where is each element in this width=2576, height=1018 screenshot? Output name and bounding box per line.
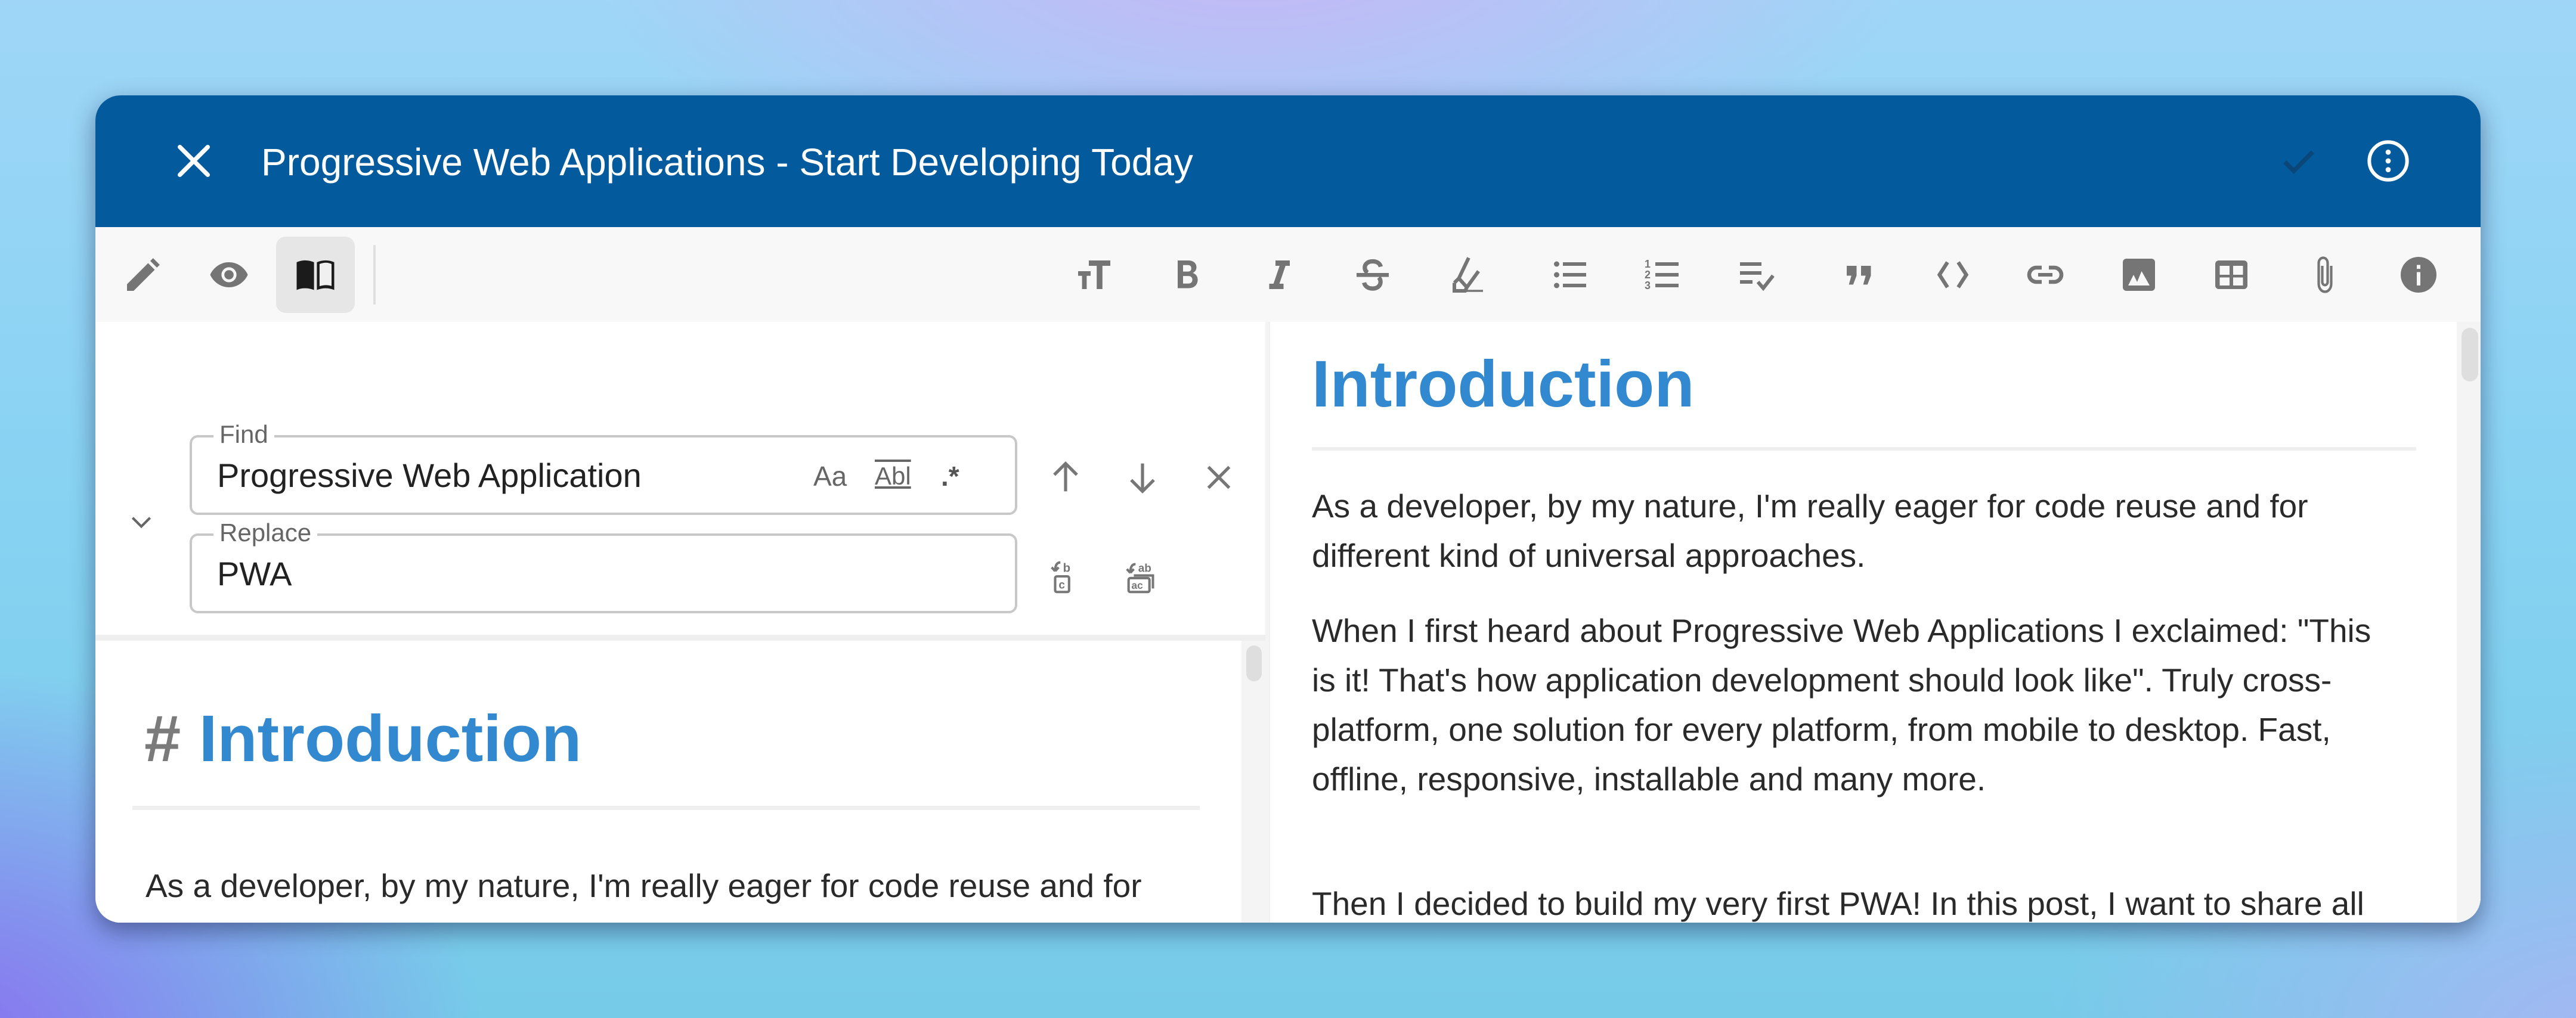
match-case-toggle[interactable]: Aa	[813, 455, 847, 497]
heading-rule	[132, 806, 1200, 810]
quote-icon	[1847, 266, 1871, 285]
code-button[interactable]	[1914, 237, 1992, 313]
edit-mode-button[interactable]	[104, 237, 182, 313]
markdown-editor-window: Progressive Web Applications - Start Dev…	[95, 95, 2481, 923]
heading-text: Introduction	[199, 702, 582, 775]
strikethrough-icon	[1357, 259, 1389, 291]
editor-scrollbar-thumb[interactable]	[1246, 645, 1262, 681]
preview-mode-button[interactable]	[190, 237, 268, 313]
svg-text:c: c	[1058, 579, 1065, 591]
code-icon	[1937, 261, 1969, 288]
numbered-list-icon: 123	[1645, 258, 1679, 291]
more-options-button[interactable]	[2364, 137, 2412, 185]
replace-field: Replace	[190, 518, 1017, 613]
preview-heading-rule	[1312, 447, 2416, 451]
preview-paragraph: Then I decided to build my very first PW…	[1312, 885, 2364, 922]
numbered-list-button[interactable]: 123	[1623, 237, 1702, 313]
markdown-heading: # Introduction	[144, 700, 581, 778]
bold-button[interactable]	[1147, 237, 1226, 313]
italic-button[interactable]	[1240, 237, 1318, 313]
heading-marker: #	[144, 702, 181, 775]
preview-scrollbar-thumb[interactable]	[2462, 328, 2478, 381]
replace-icon: bc	[1051, 561, 1070, 594]
preview-paragraph: As a developer, by my nature, I'm really…	[1312, 488, 2308, 574]
pencil-icon	[127, 258, 160, 291]
image-button[interactable]	[2100, 237, 2178, 313]
replace-input[interactable]	[217, 553, 754, 594]
replace-button[interactable]: bc	[1045, 555, 1086, 597]
app-header: Progressive Web Applications - Start Dev…	[95, 95, 2481, 227]
svg-text:b: b	[1063, 562, 1070, 575]
quote-button[interactable]	[1820, 237, 1899, 313]
eye-icon	[210, 262, 248, 287]
editor-scrollbar[interactable]	[1241, 641, 1265, 923]
replace-all-icon: ab ac	[1126, 563, 1154, 594]
table-icon	[2215, 260, 2247, 289]
checklist-button[interactable]	[1717, 237, 1795, 313]
arrow-down-icon	[1130, 463, 1155, 494]
toggle-replace-button[interactable]	[126, 507, 156, 536]
arrow-up-icon	[1053, 461, 1078, 492]
checklist-icon	[1740, 262, 1775, 291]
link-icon	[2027, 265, 2064, 284]
find-replace-panel: Find Aa Abl .* Replace bc ab ac	[95, 322, 1265, 641]
replace-label: Replace	[213, 518, 318, 548]
strikethrough-button[interactable]	[1333, 237, 1412, 313]
italic-icon	[1269, 260, 1290, 289]
regex-toggle[interactable]: .*	[941, 455, 959, 497]
bulleted-list-button[interactable]	[1531, 237, 1609, 313]
markdown-preview: Introduction As a developer, by my natur…	[1269, 322, 2481, 923]
document-title: Progressive Web Applications - Start Dev…	[261, 141, 1193, 184]
attachment-button[interactable]	[2286, 237, 2364, 313]
chevron-down-icon	[131, 517, 151, 529]
info-icon	[2401, 257, 2436, 293]
find-label: Find	[213, 420, 274, 449]
heading-button[interactable]	[1055, 237, 1134, 313]
bold-icon	[1178, 260, 1198, 288]
check-icon	[2283, 150, 2314, 174]
close-icon	[1207, 465, 1231, 489]
preview-scrollbar[interactable]	[2457, 322, 2481, 923]
close-find-button[interactable]	[1198, 457, 1240, 498]
preview-heading: Introduction	[1312, 347, 1695, 421]
image-icon	[2123, 259, 2155, 291]
formatting-toolbar: 123	[95, 227, 2481, 322]
previous-match-button[interactable]	[1045, 457, 1086, 498]
replace-all-button[interactable]: ab ac	[1122, 555, 1163, 597]
close-icon	[178, 145, 210, 177]
svg-text:ac: ac	[1131, 579, 1143, 591]
info-button[interactable]	[2379, 237, 2458, 313]
more-vertical-circle-icon	[2367, 140, 2409, 182]
editor-paragraph: As a developer, by my nature, I'm really…	[145, 867, 1142, 923]
whole-word-toggle[interactable]: Abl	[875, 455, 911, 497]
bulleted-list-icon	[1554, 261, 1586, 288]
find-field: Find Aa Abl .*	[190, 420, 1017, 515]
split-mode-button[interactable]	[276, 237, 355, 313]
save-button[interactable]	[2275, 137, 2323, 185]
svg-text:ab: ab	[1138, 563, 1151, 575]
table-button[interactable]	[2192, 237, 2271, 313]
svg-text:3: 3	[1645, 280, 1651, 291]
paperclip-icon	[2317, 256, 2333, 293]
toolbar-divider	[373, 245, 376, 305]
marker-icon	[1453, 257, 1483, 293]
book-open-icon	[296, 260, 335, 290]
close-button[interactable]	[170, 137, 218, 185]
next-match-button[interactable]	[1122, 457, 1163, 498]
preview-paragraph: When I first heard about Progressive Web…	[1312, 612, 2371, 797]
highlight-button[interactable]	[1428, 237, 1506, 313]
find-input[interactable]	[217, 454, 754, 496]
link-button[interactable]	[2006, 237, 2085, 313]
markdown-editor[interactable]: # Introduction As a developer, by my nat…	[95, 641, 1265, 923]
text-size-icon	[1078, 260, 1110, 289]
